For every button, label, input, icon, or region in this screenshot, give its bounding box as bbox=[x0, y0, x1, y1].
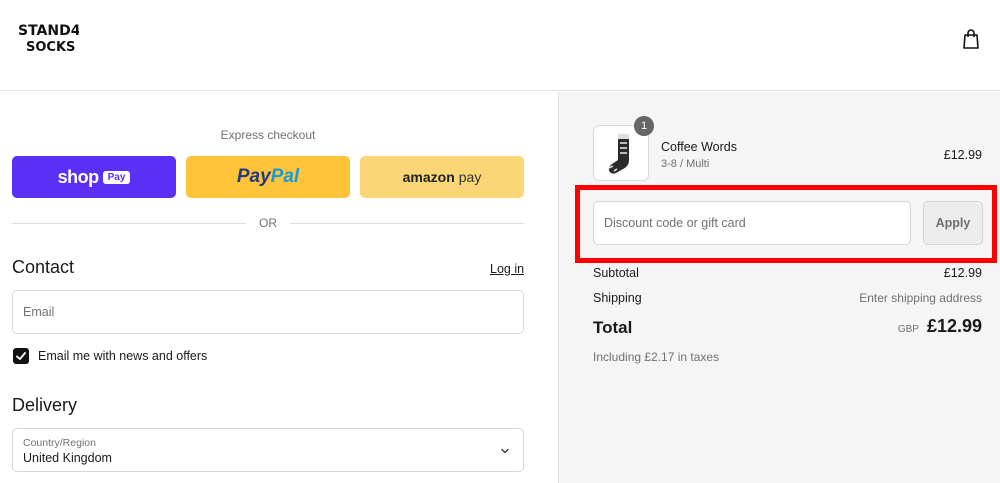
paypal-wordmark: PayPal bbox=[236, 166, 300, 187]
total-value-group: GBP £12.99 bbox=[898, 316, 982, 337]
total-amount: £12.99 bbox=[926, 316, 982, 336]
delivery-heading: Delivery bbox=[12, 395, 78, 415]
paypal-button[interactable]: PayPal bbox=[186, 156, 350, 198]
svg-text:SOCKS: SOCKS bbox=[26, 40, 75, 55]
discount-code-field[interactable] bbox=[593, 201, 911, 245]
amazon-pay-wordmark: amazon pay bbox=[402, 169, 482, 185]
shipping-value: Enter shipping address bbox=[859, 291, 982, 305]
taxes-note: Including £2.17 in taxes bbox=[593, 350, 720, 364]
email-input[interactable] bbox=[13, 291, 523, 333]
divider-line-right bbox=[290, 223, 524, 224]
product-variant: 3-8 / Multi bbox=[661, 158, 710, 170]
country-region-select[interactable]: Country/Region United Kingdom bbox=[12, 428, 524, 472]
discount-code-input[interactable] bbox=[594, 202, 910, 244]
email-field[interactable] bbox=[12, 290, 524, 334]
newsletter-checkbox[interactable] bbox=[13, 348, 29, 364]
checkout-form: Express checkout shop Pay PayPal amazon p… bbox=[0, 92, 558, 483]
shopping-bag-icon[interactable] bbox=[960, 28, 982, 50]
checkmark-icon bbox=[16, 352, 26, 360]
total-label: Total bbox=[593, 318, 633, 337]
site-header: STAND4 SOCKS bbox=[0, 0, 1000, 91]
express-checkout-label: Express checkout bbox=[220, 128, 316, 142]
quantity-badge: 1 bbox=[634, 116, 654, 136]
shipping-label: Shipping bbox=[593, 291, 642, 305]
stand4socks-logo[interactable]: STAND4 SOCKS bbox=[17, 18, 79, 58]
chevron-down-icon bbox=[501, 448, 509, 454]
contact-heading: Contact bbox=[12, 257, 75, 277]
subtotal-value: £12.99 bbox=[943, 266, 982, 280]
shop-pay-wordmark: shop bbox=[57, 166, 100, 187]
product-name: Coffee Words bbox=[661, 140, 737, 154]
log-in-link[interactable]: Log in bbox=[490, 262, 524, 276]
subtotal-label: Subtotal bbox=[593, 266, 639, 280]
or-divider-text: OR bbox=[259, 216, 277, 230]
shop-pay-button[interactable]: shop Pay bbox=[12, 156, 176, 198]
total-currency: GBP bbox=[897, 324, 919, 335]
product-price: £12.99 bbox=[943, 148, 982, 162]
svg-text:STAND4: STAND4 bbox=[18, 23, 79, 39]
amazon-pay-button[interactable]: amazon pay bbox=[360, 156, 524, 198]
shop-pay-badge: Pay bbox=[102, 170, 131, 184]
divider-line-left bbox=[12, 223, 246, 224]
newsletter-label: Email me with news and offers bbox=[38, 349, 208, 363]
country-region-label: Country/Region bbox=[23, 437, 96, 449]
country-region-value: United Kingdom bbox=[23, 451, 112, 465]
apply-discount-button[interactable]: Apply bbox=[923, 201, 983, 245]
order-summary: 1 Coffee Words 3-8 / Multi £12.99 Apply … bbox=[558, 92, 1000, 483]
